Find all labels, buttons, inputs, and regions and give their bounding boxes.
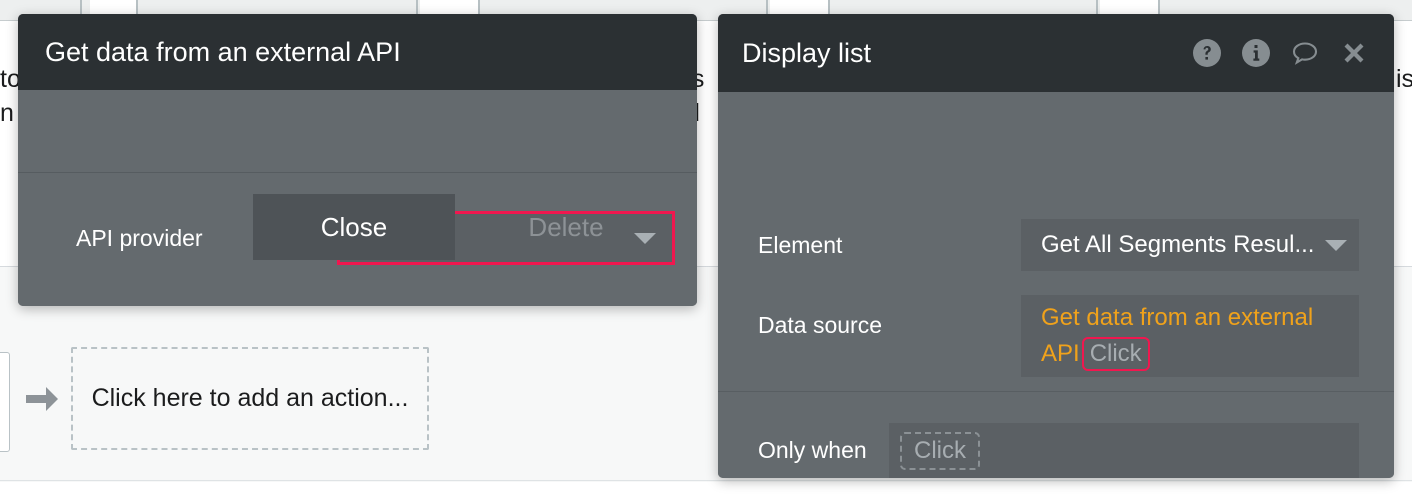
display-list-header-icons <box>1192 38 1369 68</box>
data-source-value-box[interactable]: Get data from an external API Click <box>1021 295 1359 377</box>
api-dialog: Get data from an external API API provid… <box>18 14 697 306</box>
element-dropdown[interactable]: Get All Segments Resul... <box>1021 219 1359 271</box>
comment-icon[interactable] <box>1290 38 1320 68</box>
add-action-button[interactable]: Click here to add an action... <box>71 347 429 450</box>
info-icon[interactable] <box>1241 38 1271 68</box>
display-list-body: Element Get All Segments Resul... Data s… <box>718 92 1394 478</box>
api-dialog-header: Get data from an external API <box>18 14 697 90</box>
canvas-bottom-band <box>0 482 1412 500</box>
background-text-fragment: n <box>0 99 14 127</box>
data-source-click-chip[interactable]: Click <box>1081 337 1150 371</box>
element-label: Element <box>758 232 843 258</box>
arrow-right-icon <box>24 380 60 418</box>
element-value: Get All Segments Resul... <box>1041 231 1315 258</box>
only-when-field[interactable]: Click <box>889 423 1359 478</box>
screen: to n ns d is Click here to add an action… <box>0 0 1412 500</box>
api-dialog-title: Get data from an external API <box>45 36 401 67</box>
data-source-label: Data source <box>758 312 883 338</box>
only-when-label: Only when <box>758 437 867 463</box>
add-action-label: Click here to add an action... <box>91 384 409 412</box>
delete-button[interactable]: Delete <box>465 194 667 260</box>
help-icon[interactable] <box>1192 38 1222 68</box>
display-list-divider <box>718 391 1394 392</box>
api-dialog-footer-divider <box>18 172 697 173</box>
api-provider-label: API provider <box>76 225 203 251</box>
workflow-step-box[interactable] <box>0 352 10 452</box>
display-list-title: Display list <box>742 37 872 68</box>
chevron-down-icon <box>1325 239 1347 251</box>
close-button[interactable]: Close <box>253 194 455 260</box>
background-text-fragment: is <box>1396 65 1412 93</box>
close-icon[interactable] <box>1339 38 1369 68</box>
api-dialog-body: API provider Close Delete <box>18 90 697 306</box>
only-when-click-placeholder[interactable]: Click <box>900 432 980 470</box>
display-list-header: Display list <box>718 14 1394 92</box>
display-list-dialog: Display list Element Get All Segments Re… <box>718 14 1394 478</box>
